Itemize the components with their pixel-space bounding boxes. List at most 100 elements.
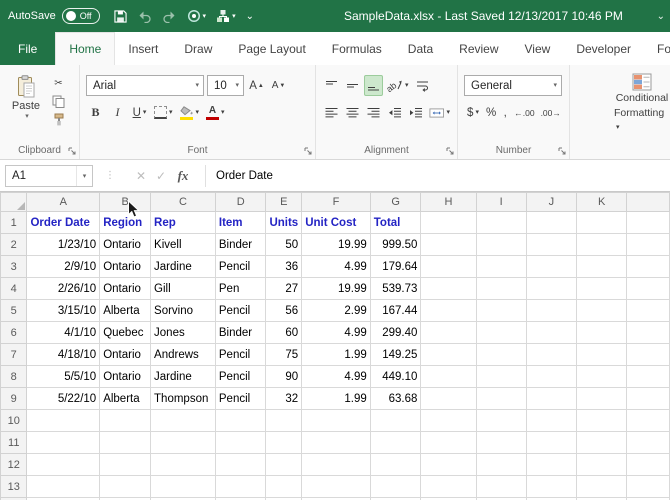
bold-button[interactable]: B bbox=[86, 102, 105, 123]
cell-J2[interactable] bbox=[526, 234, 576, 256]
cell-K10[interactable] bbox=[577, 410, 627, 432]
increase-font-size-button[interactable]: A▲ bbox=[247, 75, 266, 96]
column-header-E[interactable]: E bbox=[266, 193, 302, 212]
column-header-I[interactable]: I bbox=[476, 193, 526, 212]
redo-button[interactable] bbox=[158, 4, 181, 28]
align-left-button[interactable] bbox=[322, 102, 341, 123]
cell-F5[interactable]: 2.99 bbox=[302, 300, 371, 322]
cell-F10[interactable] bbox=[302, 410, 371, 432]
cell-J6[interactable] bbox=[526, 322, 576, 344]
cell-C10[interactable] bbox=[151, 410, 216, 432]
cell-D13[interactable] bbox=[215, 476, 266, 498]
cell-C9[interactable]: Thompson bbox=[151, 388, 216, 410]
merge-center-button[interactable]: ▾ bbox=[427, 102, 452, 123]
cell-L10[interactable] bbox=[627, 410, 670, 432]
cell-A1[interactable]: Order Date bbox=[27, 212, 100, 234]
cell-K2[interactable] bbox=[577, 234, 627, 256]
cell-A3[interactable]: 2/9/10 bbox=[27, 256, 100, 278]
cell-H4[interactable] bbox=[421, 278, 476, 300]
underline-button[interactable]: U▾ bbox=[130, 102, 149, 123]
cell-D7[interactable]: Pencil bbox=[215, 344, 266, 366]
cell-C3[interactable]: Jardine bbox=[151, 256, 216, 278]
cell-J7[interactable] bbox=[526, 344, 576, 366]
cell-C6[interactable]: Jones bbox=[151, 322, 216, 344]
cell-A5[interactable]: 3/15/10 bbox=[27, 300, 100, 322]
cell-L3[interactable] bbox=[627, 256, 670, 278]
cell-D9[interactable]: Pencil bbox=[215, 388, 266, 410]
cell-D12[interactable] bbox=[215, 454, 266, 476]
cell-G10[interactable] bbox=[370, 410, 421, 432]
cell-G12[interactable] bbox=[370, 454, 421, 476]
cell-C5[interactable]: Sorvino bbox=[151, 300, 216, 322]
percent-style-button[interactable]: % bbox=[484, 102, 498, 123]
tab-view[interactable]: View bbox=[512, 32, 564, 65]
font-dialog-launcher[interactable] bbox=[303, 146, 313, 156]
cell-A7[interactable]: 4/18/10 bbox=[27, 344, 100, 366]
cell-L11[interactable] bbox=[627, 432, 670, 454]
cell-G7[interactable]: 149.25 bbox=[370, 344, 421, 366]
cell-C12[interactable] bbox=[151, 454, 216, 476]
borders-button[interactable]: ▾ bbox=[152, 102, 175, 123]
wrap-text-button[interactable] bbox=[413, 75, 432, 96]
cell-B4[interactable]: Ontario bbox=[100, 278, 151, 300]
tab-page-layout[interactable]: Page Layout bbox=[225, 32, 318, 65]
cell-C2[interactable]: Kivell bbox=[151, 234, 216, 256]
orientation-button[interactable]: ab ▾ bbox=[385, 75, 411, 96]
top-align-button[interactable] bbox=[322, 75, 341, 96]
tab-foxit[interactable]: Foxit bbox=[644, 32, 670, 65]
name-box[interactable]: A1 ▾ bbox=[5, 165, 93, 187]
row-header-9[interactable]: 9 bbox=[1, 388, 27, 410]
formula-input[interactable]: Order Date bbox=[216, 170, 273, 182]
cell-D5[interactable]: Pencil bbox=[215, 300, 266, 322]
cell-B1[interactable]: Region bbox=[100, 212, 151, 234]
tab-file[interactable]: File bbox=[0, 32, 55, 65]
font-size-select[interactable]: 10 ▾ bbox=[207, 75, 244, 96]
cell-E10[interactable] bbox=[266, 410, 302, 432]
cell-I7[interactable] bbox=[476, 344, 526, 366]
cell-G11[interactable] bbox=[370, 432, 421, 454]
cell-G13[interactable] bbox=[370, 476, 421, 498]
row-header-6[interactable]: 6 bbox=[1, 322, 27, 344]
column-header-H[interactable]: H bbox=[421, 193, 476, 212]
cell-F12[interactable] bbox=[302, 454, 371, 476]
clipboard-dialog-launcher[interactable] bbox=[67, 146, 77, 156]
cell-L1[interactable] bbox=[627, 212, 670, 234]
cell-I10[interactable] bbox=[476, 410, 526, 432]
cell-L6[interactable] bbox=[627, 322, 670, 344]
cell-C1[interactable]: Rep bbox=[151, 212, 216, 234]
cell-J12[interactable] bbox=[526, 454, 576, 476]
cell-E5[interactable]: 56 bbox=[266, 300, 302, 322]
undo-button[interactable] bbox=[133, 4, 156, 28]
align-center-button[interactable] bbox=[343, 102, 362, 123]
cell-F8[interactable]: 4.99 bbox=[302, 366, 371, 388]
cell-D6[interactable]: Binder bbox=[215, 322, 266, 344]
cell-H1[interactable] bbox=[421, 212, 476, 234]
cell-C13[interactable] bbox=[151, 476, 216, 498]
enter-button[interactable]: ✓ bbox=[151, 165, 171, 187]
cell-G8[interactable]: 449.10 bbox=[370, 366, 421, 388]
cell-E6[interactable]: 60 bbox=[266, 322, 302, 344]
cell-A6[interactable]: 4/1/10 bbox=[27, 322, 100, 344]
tab-developer[interactable]: Developer bbox=[563, 32, 644, 65]
cell-A8[interactable]: 5/5/10 bbox=[27, 366, 100, 388]
cell-I4[interactable] bbox=[476, 278, 526, 300]
cell-L13[interactable] bbox=[627, 476, 670, 498]
row-header-1[interactable]: 1 bbox=[1, 212, 27, 234]
column-header-A[interactable]: A bbox=[27, 193, 100, 212]
cell-G1[interactable]: Total bbox=[370, 212, 421, 234]
row-header-8[interactable]: 8 bbox=[1, 366, 27, 388]
comma-style-button[interactable]: , bbox=[500, 102, 510, 123]
cell-H13[interactable] bbox=[421, 476, 476, 498]
middle-align-button[interactable] bbox=[343, 75, 362, 96]
align-right-button[interactable] bbox=[364, 102, 383, 123]
cell-C4[interactable]: Gill bbox=[151, 278, 216, 300]
cell-J4[interactable] bbox=[526, 278, 576, 300]
cell-E8[interactable]: 90 bbox=[266, 366, 302, 388]
cell-E1[interactable]: Units bbox=[266, 212, 302, 234]
cell-H5[interactable] bbox=[421, 300, 476, 322]
quick-access-addin-button[interactable]: ▾ bbox=[212, 4, 240, 28]
cell-J9[interactable] bbox=[526, 388, 576, 410]
cell-H9[interactable] bbox=[421, 388, 476, 410]
cell-K6[interactable] bbox=[577, 322, 627, 344]
decrease-font-size-button[interactable]: A▼ bbox=[269, 75, 288, 96]
